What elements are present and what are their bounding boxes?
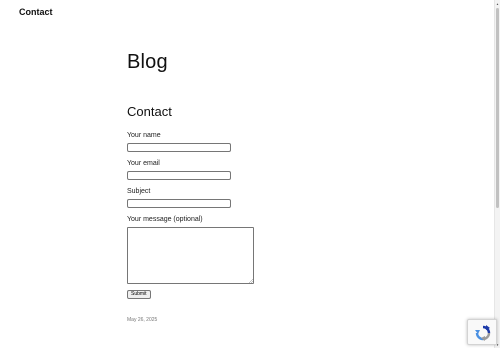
name-input[interactable] <box>127 143 231 152</box>
page: Contact Blog Contact Your name Your emai… <box>0 0 500 348</box>
email-label: Your email <box>127 160 160 167</box>
message-label: Your message (optional) <box>127 216 203 223</box>
message-textarea-wrap <box>127 227 254 284</box>
scroll-thumb[interactable] <box>496 8 499 208</box>
vertical-scrollbar[interactable]: ▲ ▼ <box>494 0 500 348</box>
name-field-group: Your name <box>127 131 327 152</box>
recaptcha-badge[interactable] <box>467 319 497 345</box>
email-field-group: Your email <box>127 159 327 180</box>
message-field-group: Your message (optional) <box>127 215 327 284</box>
site-title-link[interactable]: Contact <box>19 7 53 18</box>
subject-input[interactable] <box>127 199 231 208</box>
name-label: Your name <box>127 132 161 139</box>
contact-form: Your name Your email Subject Your messag… <box>127 131 327 291</box>
resize-grip-icon[interactable] <box>249 279 253 283</box>
post-date: May 26, 2025 <box>127 317 158 323</box>
submit-button[interactable]: Submit <box>127 290 151 299</box>
post-title: Contact <box>127 104 172 119</box>
subject-label: Subject <box>127 188 151 195</box>
chevron-up-icon[interactable]: ▲ <box>495 1 500 6</box>
recaptcha-logo-icon <box>475 325 491 341</box>
email-input[interactable] <box>127 171 231 180</box>
blog-heading: Blog <box>127 51 168 73</box>
subject-field-group: Subject <box>127 187 327 208</box>
message-textarea[interactable] <box>127 227 254 284</box>
